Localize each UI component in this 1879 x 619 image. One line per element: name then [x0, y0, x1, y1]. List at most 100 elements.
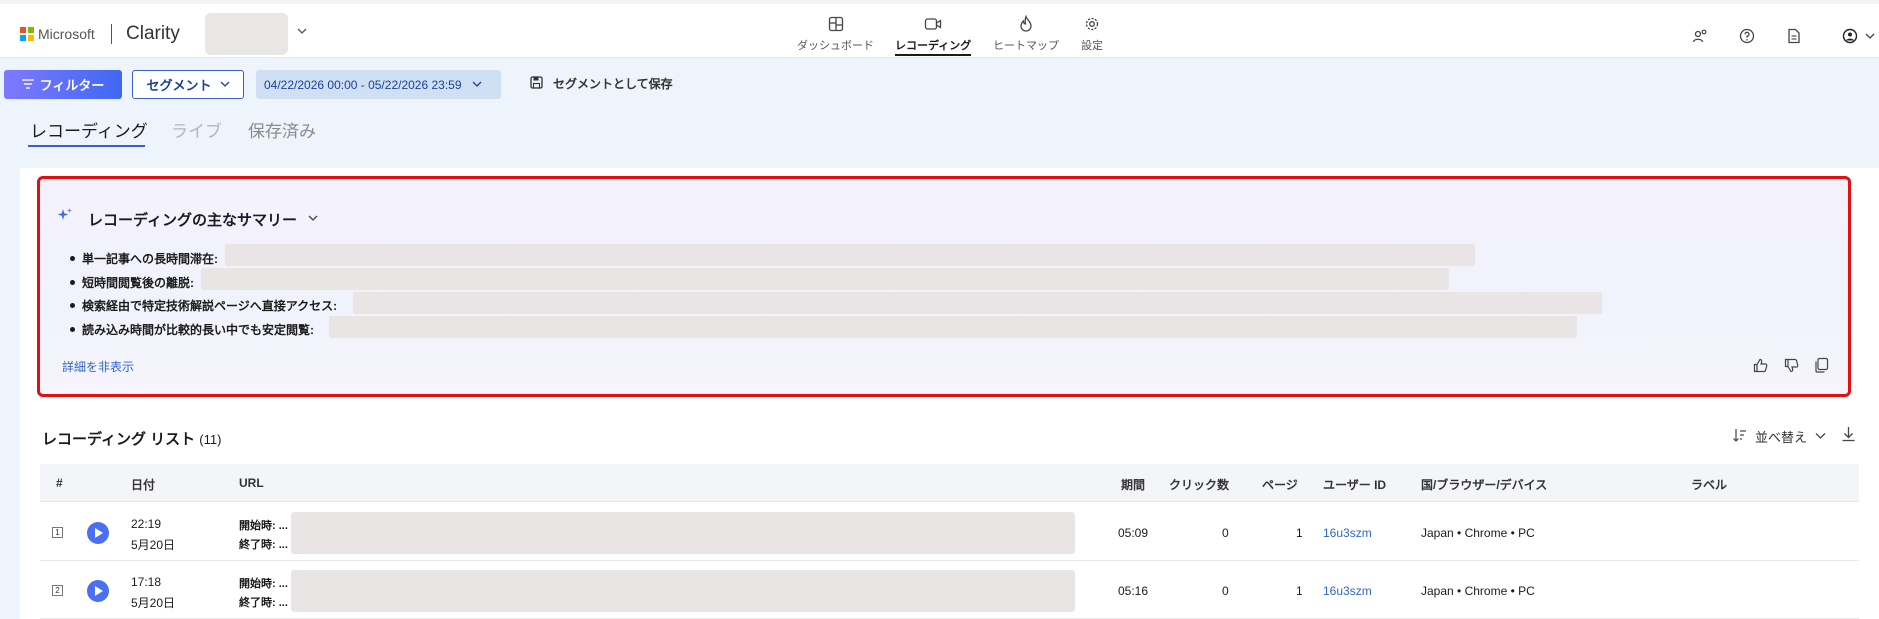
table-row[interactable]: 2 17:18 5月20日 開始時: ... 終了時: ... 05:16 0 … [40, 561, 1859, 619]
redacted-text [329, 316, 1577, 338]
nav-heatmaps[interactable]: ヒートマップ [993, 14, 1059, 53]
row-pages: 1 [1296, 526, 1303, 540]
tab-recordings[interactable]: レコーディング [30, 117, 148, 142]
chevron-down-icon[interactable] [1860, 26, 1879, 46]
row-index: 1 [52, 527, 63, 538]
redacted-url [291, 570, 1075, 612]
recording-list-title: レコーディング リスト (11) [42, 428, 221, 449]
row-duration: 05:16 [1118, 584, 1149, 598]
thumbs-up-icon[interactable] [1750, 355, 1770, 375]
column-header-date[interactable]: 日付 [131, 476, 155, 493]
column-header-country-browser-device: 国/ブラウザー/デバイス [1421, 478, 1548, 492]
download-icon[interactable] [1841, 426, 1856, 447]
sort-icon [1733, 428, 1747, 445]
row-duration: 05:09 [1118, 526, 1149, 540]
thumbs-down-icon[interactable] [1781, 355, 1801, 375]
play-icon[interactable] [87, 580, 109, 602]
summary-item: 検索経由で特定技術解説ページへ直接アクセス: [70, 294, 337, 318]
row-date: 5月20日 [131, 538, 176, 552]
column-header-url: URL [239, 476, 264, 490]
account-icon[interactable] [1840, 26, 1860, 46]
sparkle-icon [57, 207, 73, 228]
video-icon [923, 14, 943, 34]
row-time: 17:18 [131, 575, 162, 589]
nav-settings[interactable]: 設定 [1081, 14, 1103, 53]
summary-title[interactable]: レコーディングの主なサマリー [88, 209, 319, 230]
document-icon[interactable] [1784, 26, 1804, 46]
nav-label: レコーディング [895, 37, 972, 56]
redacted-text [353, 292, 1602, 314]
redacted-url [291, 512, 1075, 554]
column-header-pages[interactable]: ページ [1262, 476, 1298, 493]
row-clicks: 0 [1222, 526, 1229, 540]
recording-count: (11) [199, 432, 222, 447]
filter-label: フィルター [39, 78, 105, 93]
chevron-down-icon [307, 211, 319, 228]
save-as-segment-label: セグメントとして保存 [553, 77, 673, 91]
flame-icon [1016, 14, 1036, 34]
row-start-url-label: 開始時: ... [239, 520, 288, 532]
copy-icon[interactable] [1811, 355, 1831, 375]
sort-button[interactable]: 並べ替え [1733, 427, 1826, 446]
play-icon[interactable] [87, 522, 109, 544]
row-index: 2 [52, 585, 63, 596]
nav-label: ヒートマップ [993, 40, 1059, 52]
column-header-clicks[interactable]: クリック数 [1169, 476, 1229, 493]
save-as-segment-button[interactable]: セグメントとして保存 [530, 75, 673, 92]
row-pages: 1 [1296, 584, 1303, 598]
column-header-user-id: ユーザー ID [1323, 478, 1387, 492]
share-people-icon[interactable] [1690, 26, 1710, 46]
dashboard-icon [826, 14, 846, 34]
help-icon[interactable] [1737, 26, 1757, 46]
chevron-down-icon [1815, 429, 1826, 444]
summary-title-text: レコーディングの主なサマリー [88, 212, 297, 229]
nav-dashboard[interactable]: ダッシュボード [797, 14, 874, 53]
project-selector[interactable] [205, 13, 288, 55]
app-name[interactable]: Clarity [126, 23, 180, 45]
sort-label: 並べ替え [1755, 430, 1808, 445]
brand-name: Microsoft [38, 26, 95, 42]
date-range-picker[interactable]: 04/22/2026 00:00 - 05/22/2026 23:59 [256, 70, 501, 99]
nav-recordings[interactable]: レコーディング [895, 14, 972, 56]
summary-item: 読み込み時間が比較的長い中でも安定閲覧: [70, 318, 337, 342]
recording-list-title-text: レコーディング リスト [42, 431, 196, 448]
row-date: 5月20日 [131, 596, 176, 610]
chevron-down-icon[interactable] [296, 24, 308, 40]
row-end-url-label: 終了時: ... [239, 539, 288, 551]
chevron-down-icon [220, 77, 230, 92]
date-range-value: 04/22/2026 00:00 - 05/22/2026 23:59 [264, 77, 462, 92]
row-end-url-label: 終了時: ... [239, 597, 288, 609]
tab-saved[interactable]: 保存済み [248, 117, 316, 142]
row-time: 22:19 [131, 517, 162, 531]
row-user-id-link[interactable]: 16u3szm [1323, 584, 1372, 598]
recording-summary-card: レコーディングの主なサマリー 単一記事への長時間滞在: 短時間閲覧後の離脱: 検… [37, 176, 1851, 397]
nav-label: 設定 [1081, 40, 1103, 52]
tab-live[interactable]: ライブ [171, 117, 222, 142]
filter-icon [21, 77, 34, 92]
row-country-browser-device: Japan • Chrome • PC [1421, 584, 1535, 598]
row-start-url-label: 開始時: ... [239, 578, 288, 590]
save-icon [530, 75, 543, 92]
table-row[interactable]: 1 22:19 5月20日 開始時: ... 終了時: ... 05:09 0 … [40, 503, 1859, 561]
redacted-text [201, 268, 1449, 290]
column-header-index: # [56, 476, 63, 490]
segment-dropdown[interactable]: セグメント [132, 70, 244, 99]
summary-item-label: 短時間閲覧後の離脱: [82, 275, 194, 290]
chevron-down-icon [472, 78, 482, 92]
top-header: Microsoft Clarity ダッシュボード レコーディング ヒートマップ… [0, 4, 1879, 58]
summary-item-label: 単一記事への長時間滞在: [82, 252, 218, 267]
row-country-browser-device: Japan • Chrome • PC [1421, 526, 1535, 540]
hide-details-link[interactable]: 詳細を非表示 [62, 358, 134, 375]
microsoft-logo-icon [20, 27, 34, 41]
tab-active-indicator [28, 145, 145, 147]
summary-item-label: 読み込み時間が比較的長い中でも安定閲覧: [82, 322, 314, 337]
column-header-labels: ラベル [1691, 478, 1728, 492]
row-user-id-link[interactable]: 16u3szm [1323, 526, 1372, 540]
summary-item-label: 検索経由で特定技術解説ページへ直接アクセス: [82, 299, 338, 314]
column-header-duration[interactable]: 期間 [1121, 476, 1145, 493]
filter-button[interactable]: フィルター [4, 70, 122, 99]
gear-icon [1082, 14, 1102, 34]
nav-label: ダッシュボード [797, 40, 874, 52]
segment-label: セグメント [146, 78, 212, 93]
header-divider [111, 24, 112, 44]
